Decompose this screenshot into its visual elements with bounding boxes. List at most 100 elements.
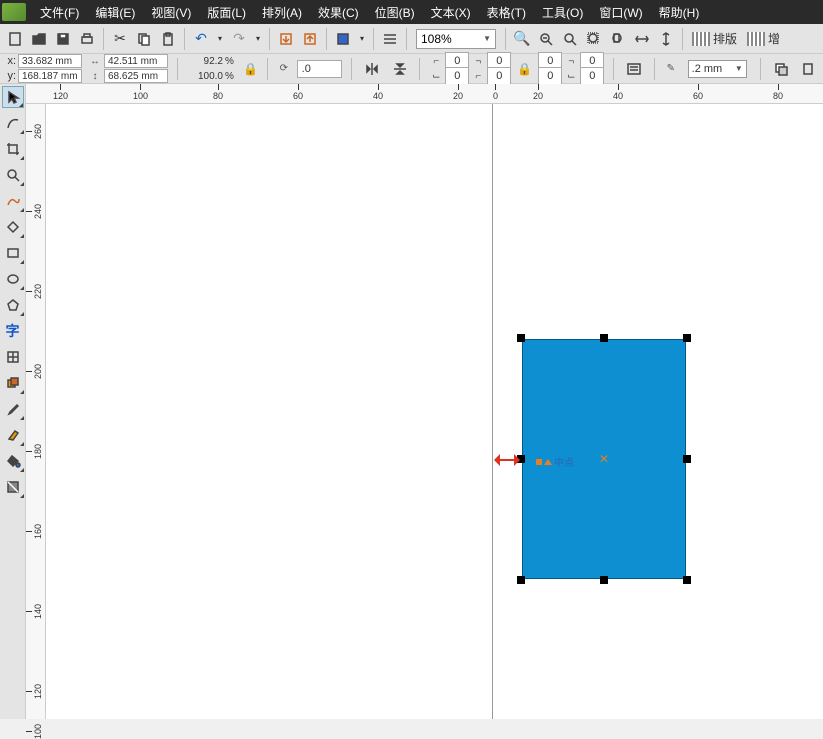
copy-button[interactable]: [133, 28, 155, 50]
handle-mid-right[interactable]: [683, 455, 691, 463]
separator: [103, 28, 104, 50]
width-input[interactable]: 42.511 mm: [104, 54, 168, 68]
mirror-h-button[interactable]: [361, 58, 383, 80]
height-icon: ↕: [88, 70, 102, 82]
scale-x-input[interactable]: 92.2: [187, 56, 223, 67]
ellipse-tool[interactable]: [2, 268, 24, 290]
welcome-button[interactable]: ▾: [356, 28, 368, 50]
polygon-tool[interactable]: [2, 294, 24, 316]
freehand-tool[interactable]: [2, 190, 24, 212]
cut-button[interactable]: ✂: [109, 28, 131, 50]
paste-button[interactable]: [157, 28, 179, 50]
undo-button[interactable]: ↶: [190, 28, 212, 50]
table-tool[interactable]: [2, 346, 24, 368]
menu-text[interactable]: 文本(X): [423, 2, 479, 23]
menu-file[interactable]: 文件(F): [32, 2, 87, 23]
outline-tool[interactable]: [2, 424, 24, 446]
import-button[interactable]: [275, 28, 297, 50]
dropdown-icon: ▼: [483, 34, 491, 43]
handle-bot-right[interactable]: [683, 576, 691, 584]
text-tool[interactable]: 字: [2, 320, 24, 342]
vertical-ruler[interactable]: 260240220200180160140120100: [26, 104, 46, 719]
interactive-fill-tool[interactable]: [2, 476, 24, 498]
ruler-tick: 160: [26, 524, 43, 539]
zoom-all-button[interactable]: [583, 28, 605, 50]
handle-top-mid[interactable]: [600, 334, 608, 342]
menu-table[interactable]: 表格(T): [479, 2, 534, 23]
fill-tool[interactable]: [2, 450, 24, 472]
corner-br-input[interactable]: 0: [487, 67, 511, 85]
rotation-input[interactable]: .0: [297, 60, 342, 78]
menu-arrange[interactable]: 排列(A): [254, 2, 310, 23]
dropdown-icon: ▼: [735, 64, 743, 73]
handle-top-right[interactable]: [683, 334, 691, 342]
handle-top-left[interactable]: [517, 334, 525, 342]
zoom-page-button[interactable]: [607, 28, 629, 50]
open-button[interactable]: [28, 28, 50, 50]
corner-bl-input[interactable]: 0: [445, 67, 469, 85]
layout-button-1[interactable]: 排版: [688, 28, 741, 49]
menu-bitmaps[interactable]: 位图(B): [367, 2, 423, 23]
corner-group-2: 0 ¬ 0 0 ⌙ 0: [538, 54, 604, 83]
menu-window[interactable]: 窗口(W): [591, 2, 650, 23]
redo-button[interactable]: ↷: [228, 28, 250, 50]
menu-effects[interactable]: 效果(C): [310, 2, 367, 23]
redo-dropdown[interactable]: ▾: [252, 28, 264, 50]
x-input[interactable]: 33.682 mm: [18, 54, 82, 68]
zoom-tool[interactable]: [2, 164, 24, 186]
canvas[interactable]: ✕ 中点: [46, 104, 823, 719]
undo-dropdown[interactable]: ▾: [214, 28, 226, 50]
scale-y-input[interactable]: 100.0: [187, 71, 223, 82]
zoom-in-button[interactable]: 🔍: [511, 28, 533, 50]
lock-corners-button[interactable]: 🔒: [517, 62, 532, 76]
line-width-combo[interactable]: .2 mm ▼: [688, 60, 747, 78]
rotation-icon: ⟳: [277, 63, 291, 75]
ruler-tick: 100: [26, 724, 43, 739]
smart-fill-tool[interactable]: [2, 216, 24, 238]
crop-tool[interactable]: [2, 138, 24, 160]
horizontal-ruler[interactable]: 12010080604020020406080: [26, 84, 823, 104]
options-button[interactable]: [379, 28, 401, 50]
zoom-selection-button[interactable]: [559, 28, 581, 50]
corner-input[interactable]: 0: [580, 67, 604, 85]
menu-tools[interactable]: 工具(O): [534, 2, 591, 23]
menu-view[interactable]: 视图(V): [143, 2, 199, 23]
percent-label: %: [225, 71, 237, 82]
corner-input[interactable]: 0: [538, 67, 562, 85]
rectangle-tool[interactable]: [2, 242, 24, 264]
zoom-width-button[interactable]: [631, 28, 653, 50]
pick-tool[interactable]: [2, 86, 24, 108]
menu-edit[interactable]: 编辑(E): [87, 2, 143, 23]
dimension-tool[interactable]: [2, 372, 24, 394]
print-button[interactable]: [76, 28, 98, 50]
separator: [682, 28, 683, 50]
y-input[interactable]: 168.187 mm: [18, 69, 82, 83]
app-launcher-button[interactable]: [332, 28, 354, 50]
menu-help[interactable]: 帮助(H): [651, 2, 708, 23]
handle-bot-mid[interactable]: [600, 576, 608, 584]
lock-ratio-button[interactable]: 🔒: [243, 62, 258, 76]
snap-indicator-label: 中点: [536, 454, 574, 469]
zoom-height-button[interactable]: [655, 28, 677, 50]
mirror-v-button[interactable]: [389, 58, 411, 80]
save-button[interactable]: [52, 28, 74, 50]
ruler-tick: 80: [773, 84, 783, 101]
shape-tool[interactable]: [2, 112, 24, 134]
wrap-text-button[interactable]: [623, 58, 645, 80]
to-front-button[interactable]: [770, 58, 792, 80]
zoom-out-button[interactable]: [535, 28, 557, 50]
snap-indicator-arrow: [494, 454, 520, 466]
new-button[interactable]: [4, 28, 26, 50]
ruler-tick: 40: [613, 84, 623, 101]
convert-curves-button[interactable]: [797, 58, 819, 80]
layout-button-2[interactable]: 增: [743, 28, 784, 49]
eyedropper-tool[interactable]: [2, 398, 24, 420]
toolbox: 字: [0, 84, 26, 719]
handle-bot-left[interactable]: [517, 576, 525, 584]
ruler-tick: 60: [693, 84, 703, 101]
ruler-tick: 180: [26, 444, 43, 459]
menu-layout[interactable]: 版面(L): [199, 2, 254, 23]
export-button[interactable]: [299, 28, 321, 50]
height-input[interactable]: 68.625 mm: [104, 69, 168, 83]
zoom-combo[interactable]: 108% ▼: [416, 29, 496, 49]
